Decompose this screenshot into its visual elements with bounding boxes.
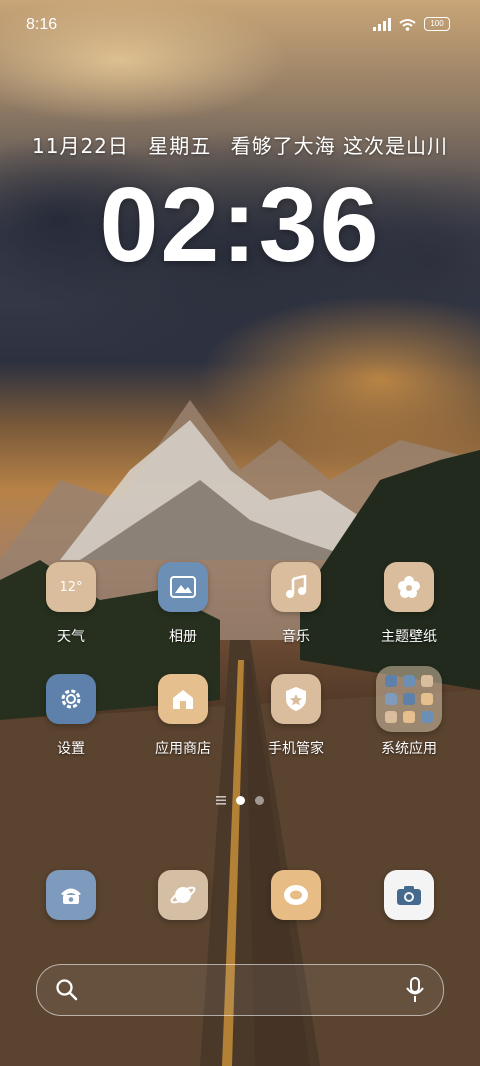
app-theme[interactable]: 主题壁纸: [359, 562, 459, 646]
messages-icon: [284, 885, 308, 905]
music-icon: [271, 562, 321, 612]
store-icon: [158, 674, 208, 724]
app-phone-manager[interactable]: 手机管家: [246, 674, 346, 758]
app-label: 系统应用: [381, 741, 437, 757]
page-indicator[interactable]: [0, 796, 480, 805]
weekday-text: 星期五: [148, 134, 212, 158]
motto-text: 看够了大海 这次是山川: [230, 134, 448, 158]
list-page-icon[interactable]: [216, 796, 226, 805]
app-label: 相册: [169, 629, 197, 645]
battery-level: 100: [430, 19, 444, 28]
lockscreen-date-line: 11月22日 星期五 看够了大海 这次是山川: [0, 130, 480, 159]
camera-icon: [397, 886, 421, 905]
app-label: 设置: [57, 741, 85, 757]
app-music[interactable]: 音乐: [246, 562, 346, 646]
app-label: 应用商店: [155, 741, 211, 757]
folder-icon: [376, 666, 442, 732]
gallery-icon: [158, 562, 208, 612]
microphone-icon[interactable]: [405, 977, 425, 1003]
search-icon[interactable]: [55, 978, 79, 1002]
app-gallery[interactable]: 相册: [133, 562, 233, 646]
app-settings[interactable]: 设置: [21, 674, 121, 758]
app-store[interactable]: 应用商店: [133, 674, 233, 758]
app-label: 手机管家: [268, 741, 324, 757]
status-icons: 100: [373, 17, 450, 31]
page-dot-active[interactable]: [236, 796, 245, 805]
settings-icon: [46, 674, 96, 724]
clock[interactable]: 02:36: [0, 165, 480, 286]
dock-browser[interactable]: [158, 870, 208, 920]
app-weather[interactable]: 12° 天气: [21, 562, 121, 646]
security-icon: [271, 674, 321, 724]
search-bar[interactable]: [36, 964, 444, 1016]
app-label: 天气: [57, 629, 85, 645]
dock-camera[interactable]: [384, 870, 434, 920]
theme-icon: [384, 562, 434, 612]
browser-icon: [170, 886, 196, 904]
date-text: 11月22日: [32, 134, 129, 158]
app-label: 主题壁纸: [381, 629, 437, 645]
status-time: 8:16: [26, 16, 58, 33]
app-label: 音乐: [282, 629, 310, 645]
wifi-icon: [399, 18, 416, 31]
dock-phone[interactable]: [46, 870, 96, 920]
status-bar: 8:16 100: [0, 0, 480, 50]
battery-icon: 100: [424, 17, 450, 31]
weather-temp: 12°: [59, 579, 83, 595]
app-folder-system[interactable]: 系统应用: [359, 666, 459, 758]
dock-messages[interactable]: [271, 870, 321, 920]
phone-icon: [61, 888, 81, 904]
weather-icon: 12°: [46, 562, 96, 612]
signal-icon: [373, 17, 391, 31]
page-dot[interactable]: [255, 796, 264, 805]
